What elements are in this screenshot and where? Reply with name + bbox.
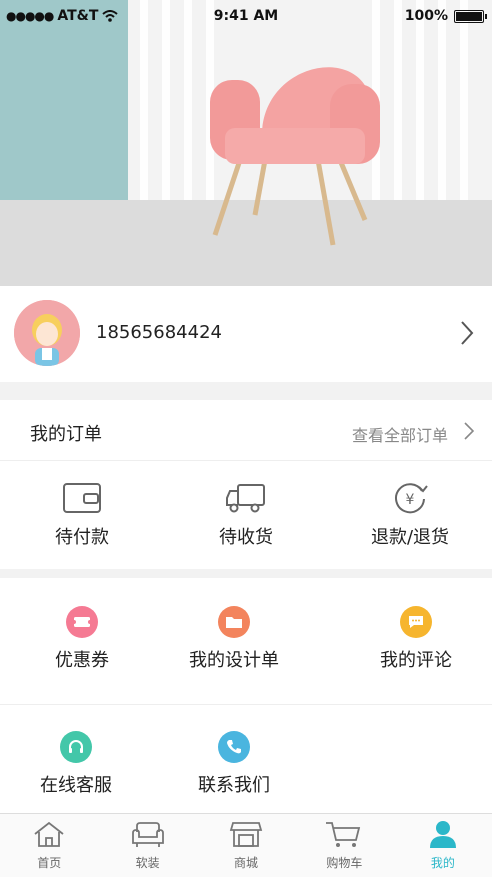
order-pending-payment[interactable]: 待付款 [0,481,164,549]
avatar[interactable] [14,300,80,366]
tab-home[interactable]: 首页 [0,814,98,877]
bottom-tab-bar: 首页 软装 商城 购物车 我的 [0,813,492,877]
order-status-label: 待收货 [219,527,273,548]
services-row-2: 在线客服 联系我们 [0,705,492,813]
order-refund-return[interactable]: ¥ 退款/退货 [328,481,492,549]
home-icon [34,821,64,847]
status-bar: ●●●●● AT&T 9:41 AM 100% [0,0,492,32]
tab-label: 我的 [430,856,455,870]
user-icon [429,821,456,848]
order-status-row: 待付款 待收货 ¥ 退款/退货 [0,461,492,569]
service-label: 优惠券 [55,650,109,671]
profile-card[interactable]: 18565684424 [0,286,492,382]
order-status-label: 待付款 [55,527,109,548]
coupon-icon [66,606,98,638]
services-row-1: 优惠券 我的设计单 我的评论 [0,578,492,705]
sofa-icon [131,822,164,847]
chevron-right-icon[interactable] [460,320,474,346]
service-online-support[interactable]: 在线客服 [0,731,158,797]
order-status-label: 退款/退货 [370,527,450,548]
service-coupon[interactable]: 优惠券 [0,606,164,672]
svg-text:¥: ¥ [406,492,415,508]
tab-label: 购物车 [326,856,363,870]
comment-icon [400,606,432,638]
user-phone: 18565684424 [96,322,222,343]
orders-header[interactable]: 我的订单 查看全部订单 [0,400,492,461]
folder-icon [218,606,250,638]
service-label: 我的评论 [380,650,452,671]
orders-title: 我的订单 [30,424,102,445]
service-contact-us[interactable]: 联系我们 [152,731,316,797]
headset-icon [60,731,92,763]
tab-label: 商城 [234,856,259,870]
tab-label: 软装 [135,856,160,870]
battery-percent: 100% [404,8,448,24]
cart-icon [326,822,361,847]
battery-icon [454,9,487,23]
tab-soft-decor[interactable]: 软装 [98,814,196,877]
order-pending-receipt[interactable]: 待收货 [164,481,328,549]
tab-label: 首页 [37,856,62,870]
refund-icon: ¥ [395,483,428,514]
store-icon [229,822,263,847]
tab-cart[interactable]: 购物车 [295,814,393,877]
wallet-icon [63,483,101,513]
service-design-orders[interactable]: 我的设计单 [152,606,316,672]
hero-banner [0,0,492,286]
service-label: 在线客服 [40,775,112,796]
service-my-comments[interactable]: 我的评论 [334,606,492,672]
truck-icon [226,484,265,513]
view-all-orders-link[interactable]: 查看全部订单 [352,422,448,446]
phone-icon [218,731,250,763]
tab-store[interactable]: 商城 [197,814,295,877]
tab-mine[interactable]: 我的 [394,814,492,877]
service-label: 我的设计单 [189,650,279,671]
chevron-right-icon[interactable] [464,422,474,440]
service-label: 联系我们 [198,775,270,796]
